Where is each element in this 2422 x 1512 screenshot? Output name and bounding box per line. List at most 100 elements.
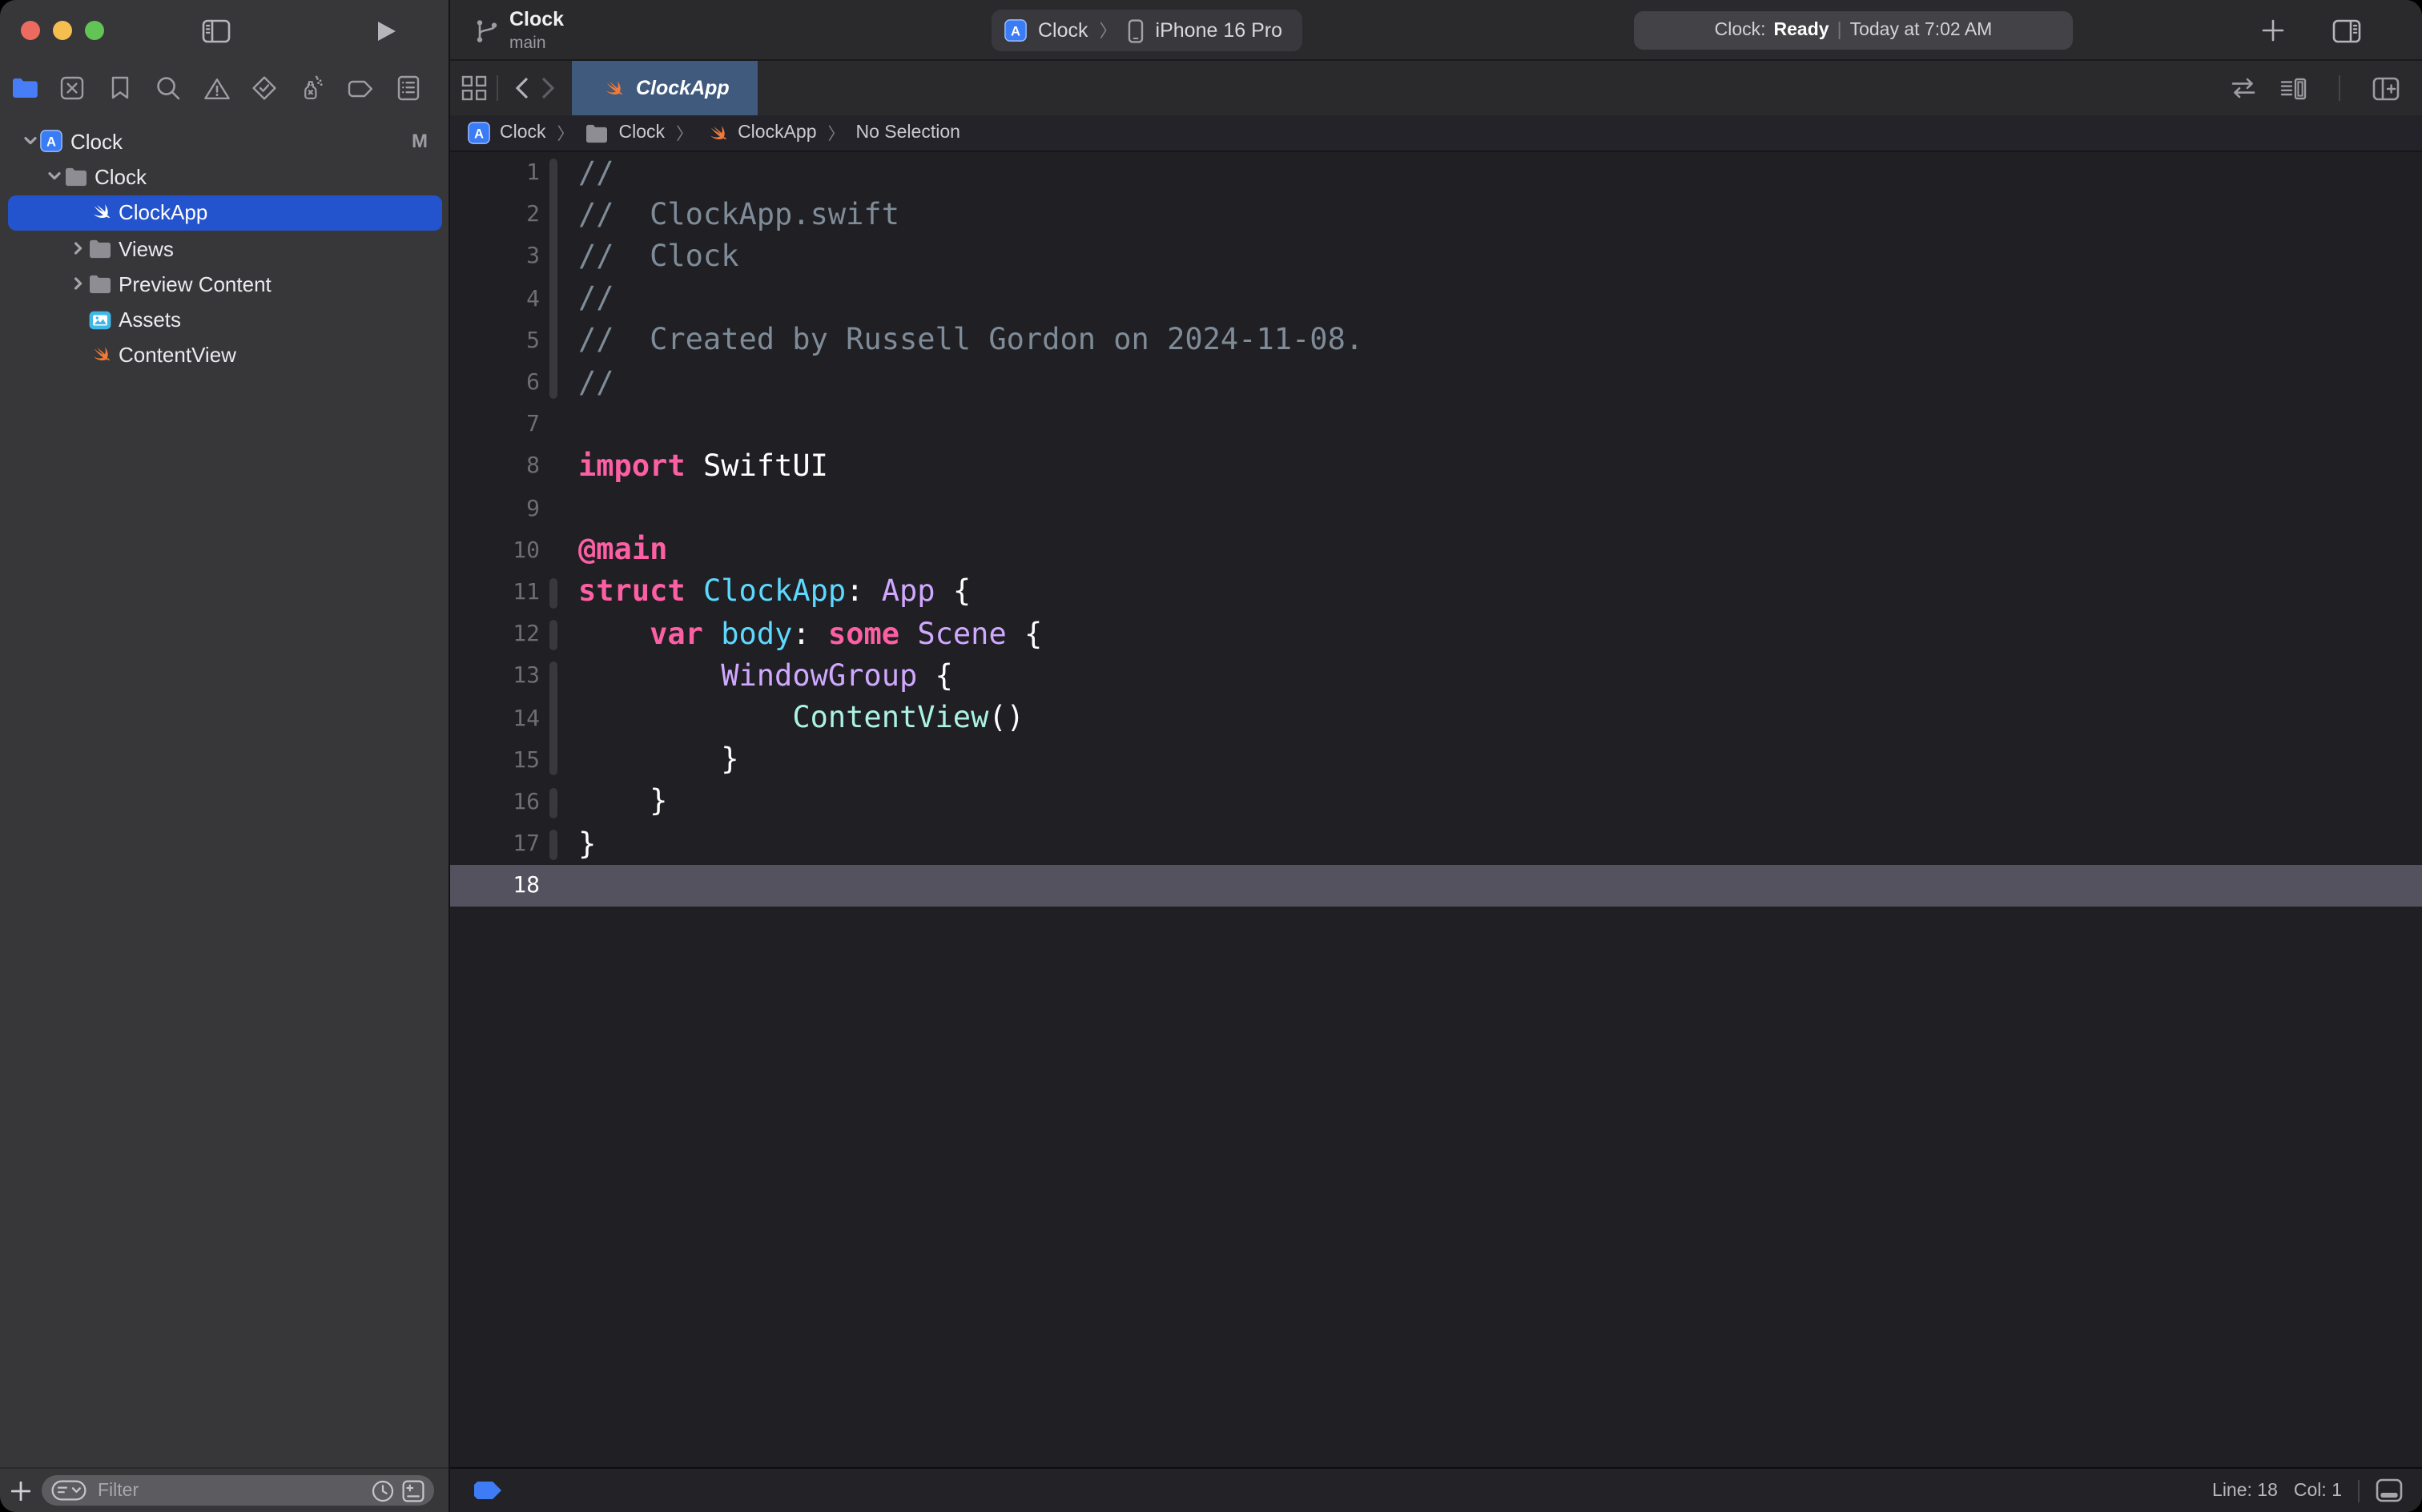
recents-clock-icon[interactable]	[372, 1479, 394, 1502]
code-text: // ClockApp.swift	[540, 199, 899, 232]
editor-layout-icon[interactable]	[2332, 18, 2361, 42]
debug-navigator-icon[interactable]	[288, 61, 336, 115]
disclosure-closed-icon[interactable]	[67, 240, 88, 256]
line-number: 5	[450, 328, 540, 354]
sidebar-item-views[interactable]: Views	[8, 231, 442, 267]
code-line[interactable]: 10@main	[450, 529, 2422, 571]
code-line[interactable]: 9	[450, 488, 2422, 529]
current-code-line[interactable]: 18	[450, 865, 2422, 907]
project-navigator-icon[interactable]	[0, 61, 48, 115]
source-editor[interactable]: 1//2// ClockApp.swift3// Clock4//5// Cre…	[450, 152, 2422, 1467]
close-window-button[interactable]	[21, 21, 40, 40]
debug-area-icon[interactable]	[2376, 1478, 2403, 1502]
jumpbar-item[interactable]: ClockApp	[704, 121, 816, 145]
code-line[interactable]: 11struct ClockApp: App {	[450, 572, 2422, 613]
sidebar-item-label: Clock	[95, 165, 147, 189]
sidebar-item-clock[interactable]: AClockM	[8, 123, 442, 159]
activity-status[interactable]: Clock: Ready | Today at 7:02 AM	[1634, 11, 2073, 50]
minimap-icon[interactable]	[2279, 76, 2307, 100]
scheme-device-label: iPhone 16 Pro	[1156, 19, 1282, 42]
filter-field[interactable]	[42, 1475, 434, 1506]
line-number: 18	[450, 874, 540, 899]
code-line[interactable]: 13 WindowGroup {	[450, 656, 2422, 698]
line-number: 12	[450, 621, 540, 647]
sidebar-item-label: Clock	[70, 129, 123, 153]
filter-input[interactable]	[95, 1479, 364, 1502]
status-time: Today at 7:02 AM	[1850, 21, 1993, 40]
sidebar-editor-divider[interactable]	[449, 0, 450, 1512]
scheme-chevron: 〉	[1100, 18, 1117, 43]
sidebar-toggle-icon[interactable]	[202, 18, 231, 42]
zoom-window-button[interactable]	[85, 21, 104, 40]
code-line[interactable]: 16 }	[450, 782, 2422, 823]
report-navigator-icon[interactable]	[384, 61, 432, 115]
line-number: 16	[450, 790, 540, 815]
code-line[interactable]: 8import SwiftUI	[450, 446, 2422, 488]
editor-status-bar: Line: 18 Col: 1	[450, 1467, 2422, 1512]
sidebar-item-label: Assets	[119, 308, 181, 332]
add-editor-icon[interactable]	[2372, 76, 2400, 100]
code-line[interactable]: 5// Created by Russell Gordon on 2024-11…	[450, 320, 2422, 362]
line-number: 13	[450, 664, 540, 690]
code-line[interactable]: 17}	[450, 823, 2422, 865]
tab-clockapp[interactable]: ClockApp	[572, 61, 758, 115]
plusminus-box-icon[interactable]	[402, 1479, 424, 1502]
code-line[interactable]: 7	[450, 404, 2422, 445]
jumpbar-item[interactable]: Clock	[585, 123, 666, 143]
breakpoint-tag-icon[interactable]	[474, 1482, 501, 1499]
code-review-icon[interactable]	[2230, 77, 2257, 99]
sidebar-item-preview-content[interactable]: Preview Content	[8, 266, 442, 302]
scheme-selector[interactable]: A Clock 〉 iPhone 16 Pro	[992, 10, 1302, 51]
tab-label: ClockApp	[636, 77, 730, 99]
svg-text:A: A	[474, 126, 484, 141]
tabbar-divider	[497, 75, 498, 101]
swift-file-icon	[88, 200, 119, 224]
code-line[interactable]: 2// ClockApp.swift	[450, 194, 2422, 235]
line-number: 7	[450, 412, 540, 437]
status-separator: |	[1837, 21, 1842, 40]
code-line[interactable]: 3// Clock	[450, 236, 2422, 278]
bookmark-navigator-icon[interactable]	[96, 61, 144, 115]
disclosure-open-icon[interactable]	[43, 169, 64, 185]
jump-bar: AClock〉Clock〉ClockApp〉No Selection	[450, 115, 2422, 152]
swift-file-icon	[704, 121, 728, 145]
test-navigator-icon[interactable]	[240, 61, 288, 115]
code-line[interactable]: 15 }	[450, 739, 2422, 781]
sidebar-item-clock[interactable]: Clock	[8, 159, 442, 195]
code-line[interactable]: 4//	[450, 278, 2422, 320]
issue-navigator-icon[interactable]	[192, 61, 240, 115]
filter-menu-icon[interactable]	[51, 1480, 86, 1501]
sidebar-item-contentview[interactable]: ContentView	[8, 338, 442, 374]
code-line[interactable]: 14 ContentView()	[450, 698, 2422, 739]
code-line[interactable]: 12 var body: some Scene {	[450, 613, 2422, 655]
code-text: @main	[540, 534, 667, 568]
code-line[interactable]: 1//	[450, 152, 2422, 194]
assets-icon	[88, 308, 119, 331]
jumpbar-item[interactable]: No Selection	[856, 123, 960, 143]
line-indicator: Line: 18	[2212, 1481, 2278, 1500]
window-project-title: Clock	[509, 8, 564, 30]
jumpbar-item[interactable]: AClock	[468, 122, 546, 144]
add-file-button[interactable]	[0, 1481, 42, 1500]
back-chevron-icon[interactable]	[514, 77, 529, 99]
code-line[interactable]: 6//	[450, 362, 2422, 404]
source-control-navigator-icon[interactable]	[48, 61, 96, 115]
statusbar-divider	[2358, 1479, 2360, 1502]
disclosure-closed-icon[interactable]	[67, 276, 88, 292]
minimize-window-button[interactable]	[53, 21, 72, 40]
run-button[interactable]	[375, 18, 397, 42]
breakpoint-navigator-icon[interactable]	[336, 61, 384, 115]
titlebar-sidebar-section	[0, 0, 450, 61]
status-state: Ready	[1774, 21, 1829, 40]
line-number: 9	[450, 496, 540, 521]
disclosure-open-icon[interactable]	[19, 133, 40, 149]
find-navigator-icon[interactable]	[144, 61, 192, 115]
sidebar-item-assets[interactable]: Assets	[8, 302, 442, 338]
sidebar-item-clockapp[interactable]: ClockApp	[8, 195, 442, 231]
code-text: //	[540, 366, 614, 400]
tabbar-right-buttons	[2230, 75, 2422, 101]
plus-icon[interactable]	[2262, 19, 2284, 42]
related-items-icon[interactable]	[461, 75, 487, 101]
forward-chevron-icon[interactable]	[541, 77, 556, 99]
app-project-icon: A	[468, 122, 490, 144]
